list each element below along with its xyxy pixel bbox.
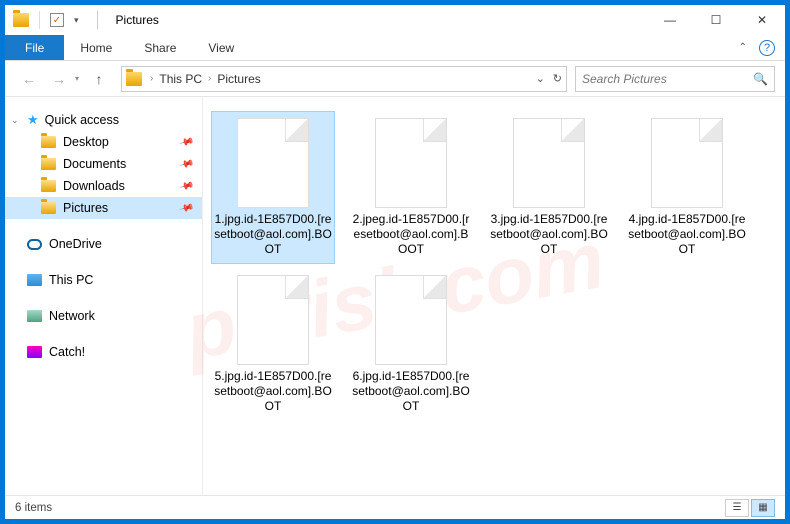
chevron-down-icon: ⌄ (11, 115, 21, 126)
view-details-button[interactable]: ☰ (725, 499, 749, 517)
address-bar[interactable]: › This PC › Pictures ⌄ ↻ (121, 66, 567, 92)
quick-access-label: Quick access (45, 113, 119, 127)
file-thumbnail-icon (375, 275, 447, 365)
qat-properties-checkbox[interactable]: ✓ (50, 13, 64, 27)
pin-icon: 📌 (178, 156, 194, 172)
sidebar-item-label: Catch! (49, 345, 85, 359)
maximize-button[interactable]: ☐ (693, 5, 739, 35)
sidebar-onedrive[interactable]: OneDrive (5, 233, 202, 255)
titlebar: ✓ ▾ Pictures — ☐ ✕ (5, 5, 785, 35)
sidebar-item-downloads[interactable]: Downloads 📌 (5, 175, 202, 197)
folder-icon (41, 158, 56, 170)
titlebar-left: ✓ ▾ Pictures (5, 11, 159, 29)
nav-back-button[interactable]: ← (15, 65, 43, 93)
view-mode-buttons: ☰ ▦ (725, 499, 775, 517)
breadcrumb-folder[interactable]: Pictures (213, 72, 264, 86)
network-icon (27, 310, 42, 322)
explorer-window: ✓ ▾ Pictures — ☐ ✕ File Home Share View … (4, 4, 786, 520)
address-right: ⌄ ↻ (536, 72, 562, 85)
ribbon: File Home Share View ⌃ ? (5, 35, 785, 61)
sidebar-item-label: Desktop (63, 135, 109, 149)
close-button[interactable]: ✕ (739, 5, 785, 35)
sidebar-network[interactable]: Network (5, 305, 202, 327)
sidebar-item-label: Pictures (63, 201, 108, 215)
breadcrumb-thispc[interactable]: This PC (155, 72, 206, 86)
file-tile[interactable]: 5.jpg.id-1E857D00.[resetboot@aol.com].BO… (211, 268, 335, 421)
file-name-label: 2.jpeg.id-1E857D00.[resetboot@aol.com].B… (352, 212, 470, 257)
navigation-bar: ← → ▾ ↑ › This PC › Pictures ⌄ ↻ 🔍 (5, 61, 785, 97)
sidebar-item-documents[interactable]: Documents 📌 (5, 153, 202, 175)
minimize-button[interactable]: — (647, 5, 693, 35)
tab-home[interactable]: Home (64, 35, 128, 60)
file-name-label: 1.jpg.id-1E857D00.[resetboot@aol.com].BO… (214, 212, 332, 257)
tab-file[interactable]: File (5, 35, 64, 60)
file-thumbnail-icon (237, 275, 309, 365)
file-name-label: 6.jpg.id-1E857D00.[resetboot@aol.com].BO… (352, 369, 470, 414)
qat-separator2 (97, 11, 98, 29)
folder-icon (41, 180, 56, 192)
status-bar: 6 items ☰ ▦ (5, 495, 785, 519)
nav-up-button[interactable]: ↑ (85, 65, 113, 93)
file-name-label: 3.jpg.id-1E857D00.[resetboot@aol.com].BO… (490, 212, 608, 257)
file-thumbnail-icon (375, 118, 447, 208)
quick-access-group: ⌄ ★ Quick access Desktop 📌 Documents 📌 D… (5, 109, 202, 219)
file-tile[interactable]: 4.jpg.id-1E857D00.[resetboot@aol.com].BO… (625, 111, 749, 264)
file-name-label: 4.jpg.id-1E857D00.[resetboot@aol.com].BO… (628, 212, 746, 257)
file-tile[interactable]: 3.jpg.id-1E857D00.[resetboot@aol.com].BO… (487, 111, 611, 264)
sidebar-item-label: OneDrive (49, 237, 102, 251)
catch-icon (27, 346, 42, 358)
sidebar-item-label: Downloads (63, 179, 125, 193)
sidebar-thispc[interactable]: This PC (5, 269, 202, 291)
nav-history-dropdown-icon[interactable]: ▾ (75, 74, 83, 83)
window-controls: — ☐ ✕ (647, 5, 785, 35)
sidebar-quick-access[interactable]: ⌄ ★ Quick access (5, 109, 202, 131)
tab-view[interactable]: View (192, 35, 250, 60)
qat-separator (39, 11, 40, 29)
tab-share[interactable]: Share (128, 35, 192, 60)
ribbon-right: ⌃ ? (739, 35, 785, 60)
sidebar-item-label: Network (49, 309, 95, 323)
file-thumbnail-icon (651, 118, 723, 208)
qat-dropdown-icon[interactable]: ▾ (70, 15, 83, 26)
pin-icon: 📌 (178, 200, 194, 216)
file-tile[interactable]: 2.jpeg.id-1E857D00.[resetboot@aol.com].B… (349, 111, 473, 264)
address-folder-icon (126, 72, 142, 86)
sidebar-item-label: This PC (49, 273, 93, 287)
chevron-right-icon[interactable]: › (206, 73, 213, 84)
folder-icon (41, 202, 56, 214)
file-tile[interactable]: 6.jpg.id-1E857D00.[resetboot@aol.com].BO… (349, 268, 473, 421)
window-title: Pictures (112, 13, 159, 27)
file-tile[interactable]: 1.jpg.id-1E857D00.[resetboot@aol.com].BO… (211, 111, 335, 264)
nav-forward-button[interactable]: → (45, 65, 73, 93)
refresh-button[interactable]: ↻ (553, 72, 562, 85)
search-input[interactable] (582, 72, 753, 86)
folder-icon (41, 136, 56, 148)
pin-icon: 📌 (178, 134, 194, 150)
file-list: 1.jpg.id-1E857D00.[resetboot@aol.com].BO… (203, 97, 785, 495)
folder-app-icon (13, 13, 29, 27)
sidebar-item-desktop[interactable]: Desktop 📌 (5, 131, 202, 153)
file-thumbnail-icon (237, 118, 309, 208)
help-button[interactable]: ? (759, 40, 775, 56)
cloud-icon (27, 239, 42, 250)
sidebar-catch[interactable]: Catch! (5, 341, 202, 363)
search-box[interactable]: 🔍 (575, 66, 775, 92)
file-name-label: 5.jpg.id-1E857D00.[resetboot@aol.com].BO… (214, 369, 332, 414)
view-icons-button[interactable]: ▦ (751, 499, 775, 517)
pin-icon: 📌 (178, 178, 194, 194)
content-area: pcrisk.com ⌄ ★ Quick access Desktop 📌 Do… (5, 97, 785, 495)
pc-icon (27, 274, 42, 286)
status-item-count: 6 items (15, 502, 52, 514)
ribbon-collapse-icon[interactable]: ⌃ (739, 42, 747, 53)
chevron-right-icon[interactable]: › (148, 73, 155, 84)
sidebar-item-pictures[interactable]: Pictures 📌 (5, 197, 202, 219)
sidebar-item-label: Documents (63, 157, 126, 171)
search-icon[interactable]: 🔍 (753, 72, 768, 86)
file-thumbnail-icon (513, 118, 585, 208)
navigation-pane: ⌄ ★ Quick access Desktop 📌 Documents 📌 D… (5, 97, 203, 495)
star-icon: ★ (27, 112, 39, 128)
address-dropdown-icon[interactable]: ⌄ (536, 72, 545, 85)
